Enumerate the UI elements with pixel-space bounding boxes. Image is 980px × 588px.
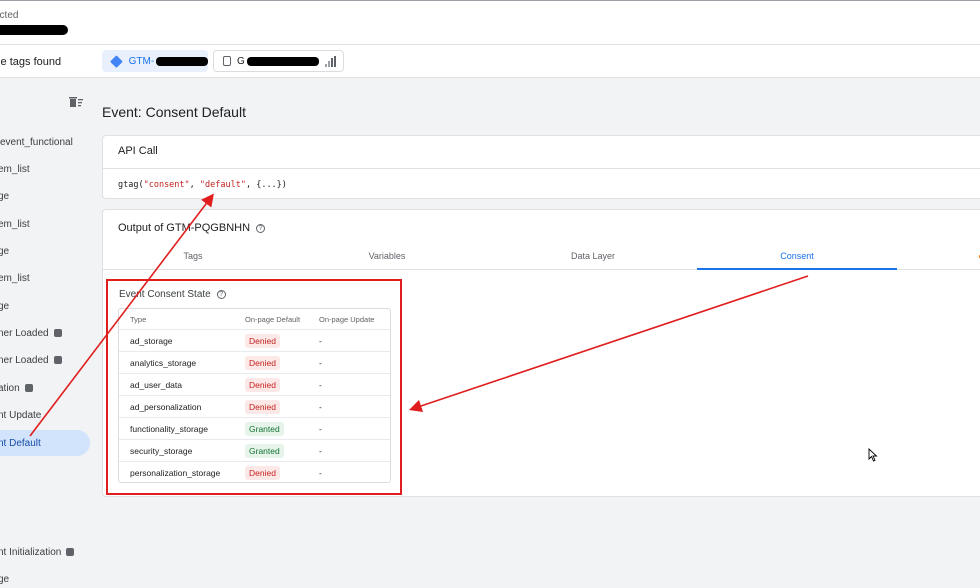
sidebar-item-label: ner Loaded <box>0 354 49 366</box>
connection-label: ected <box>0 10 19 21</box>
tag-manager-icon <box>24 384 33 392</box>
code-separator: , <box>189 180 200 190</box>
sidebar-item-event[interactable]: ner Loaded <box>0 347 90 373</box>
sidebar-item-event[interactable]: nt Update <box>0 402 90 428</box>
sidebar-item-label: event_functional <box>0 136 73 148</box>
sidebar-item-event[interactable]: ge <box>0 566 90 588</box>
sidebar-item-label: ation <box>0 382 20 394</box>
ga-property-chip[interactable]: G <box>213 50 344 72</box>
gtm-container-chip[interactable]: GTM- <box>102 50 208 72</box>
tab-data-layer[interactable]: Data Layer <box>493 243 693 270</box>
gtm-icon <box>110 54 123 68</box>
code-prefix: gtag( <box>118 180 144 190</box>
sidebar-item-label: ge <box>0 573 10 585</box>
sidebar-item-event[interactable]: ge <box>0 293 90 319</box>
sidebar-item-label: ge <box>0 245 10 257</box>
api-call-code: gtag("consent", "default", {...}) <box>118 180 287 190</box>
tags-found-label: gle tags found <box>0 56 62 68</box>
clear-list-icon[interactable] <box>69 96 83 108</box>
mouse-cursor-icon <box>868 448 878 462</box>
event-sidebar: event_functional em_list ge em_list ge e… <box>0 78 96 588</box>
redacted-domain <box>0 25 68 35</box>
sidebar-item-label: em_list <box>0 218 30 230</box>
code-suffix: , {...}) <box>245 180 287 190</box>
sidebar-item-event[interactable]: nt Initialization <box>0 539 90 565</box>
output-heading-text: Output of GTM-PQGBNHN <box>118 222 251 234</box>
sidebar-item-label: em_list <box>0 272 30 284</box>
tab-tags[interactable]: Tags <box>93 243 293 270</box>
tag-manager-icon <box>53 356 62 364</box>
sidebar-item-label: ner Loaded <box>0 327 49 339</box>
sidebar-item-event[interactable]: ation <box>0 375 90 401</box>
sidebar-item-label: ge <box>0 190 10 202</box>
sidebar-item-event[interactable]: ner Loaded <box>0 320 90 346</box>
api-call-card: API Call gtag("consent", "default", {...… <box>102 135 980 199</box>
sidebar-item-event[interactable]: ge <box>0 183 90 209</box>
gtm-chip-label: GTM- <box>128 55 155 67</box>
tags-bar: gle tags found GTM- G <box>0 45 980 78</box>
sidebar-item-event[interactable]: em_list <box>0 211 90 237</box>
tag-manager-icon <box>53 329 62 337</box>
signal-bars-icon <box>324 55 336 67</box>
ga-chip-label: G <box>237 55 245 67</box>
sidebar-item-consent-default[interactable]: nt Default <box>0 430 90 456</box>
sidebar-item-label: nt Initialization <box>0 546 62 558</box>
tab-variables[interactable]: Variables <box>287 243 487 270</box>
sidebar-item-event[interactable]: em_list <box>0 265 90 291</box>
tag-manager-icon <box>66 548 75 556</box>
sidebar-item-event[interactable]: em_list <box>0 156 90 182</box>
sidebar-item-label: em_list <box>0 163 30 175</box>
code-arg-default: "default" <box>199 180 246 190</box>
sidebar-item-label: ge <box>0 300 10 312</box>
page-title: Event: Consent Default <box>102 104 246 120</box>
sidebar-item-label: nt Default <box>0 437 41 449</box>
sidebar-item-event[interactable]: event_functional <box>0 129 90 155</box>
code-arg-consent: "consent" <box>143 180 190 190</box>
output-heading: Output of GTM-PQGBNHN? <box>118 222 266 234</box>
divider <box>103 168 980 169</box>
sidebar-item-event[interactable]: ge <box>0 238 90 264</box>
redacted-gtm-id <box>156 56 208 66</box>
tag-icon <box>223 56 231 66</box>
sidebar-item-label: nt Update <box>0 409 42 421</box>
help-icon[interactable]: ? <box>256 223 266 233</box>
redacted-ga-id <box>246 56 319 66</box>
annotation-highlight-box <box>106 279 402 495</box>
tab-consent[interactable]: Consent <box>697 243 897 270</box>
top-bar: ected <box>0 0 980 45</box>
api-call-heading: API Call <box>118 145 158 157</box>
output-tabs: Tags Variables Data Layer Consent <box>103 243 980 270</box>
